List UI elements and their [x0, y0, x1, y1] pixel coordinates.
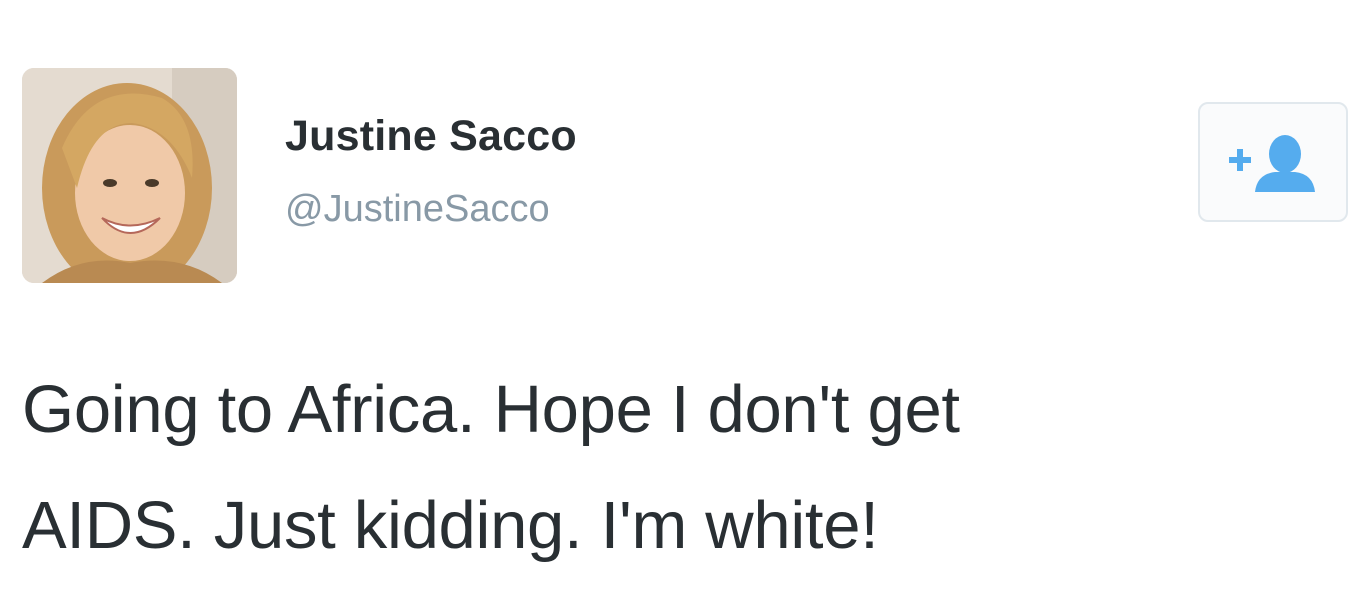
tweet-text-line-2: AIDS. Just kidding. I'm white! — [22, 488, 879, 563]
profile-photo-icon — [22, 68, 237, 283]
tweet-card: Justine Sacco @JustineSacco Going to Afr… — [0, 0, 1366, 605]
follow-button[interactable] — [1198, 102, 1348, 222]
follow-user-icon — [1229, 135, 1315, 192]
user-handle[interactable]: @JustineSacco — [285, 188, 550, 231]
tweet-text-line-1: Going to Africa. Hope I don't get — [22, 372, 960, 447]
tweet-text: Going to Africa. Hope I don't get AIDS. … — [22, 352, 1342, 584]
display-name[interactable]: Justine Sacco — [285, 112, 577, 161]
avatar[interactable] — [22, 68, 237, 283]
